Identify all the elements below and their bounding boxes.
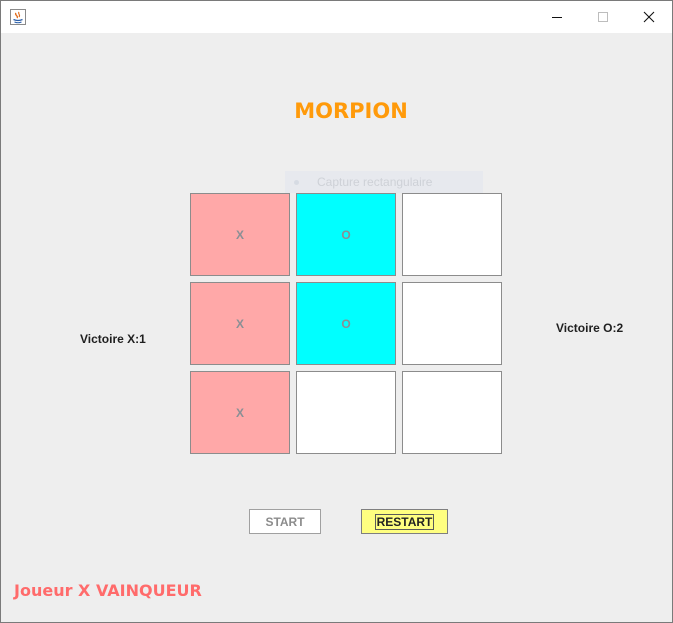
capture-tooltip-overlay: Capture rectangulaire xyxy=(285,171,483,193)
restart-button[interactable]: RESTART xyxy=(361,509,448,534)
radio-dot-icon xyxy=(294,180,299,185)
board-cell-r1-c3[interactable] xyxy=(402,193,502,276)
score-o-label: Victoire O:2 xyxy=(556,321,624,335)
close-icon xyxy=(643,11,655,23)
java-icon xyxy=(10,9,26,25)
capture-tooltip-label: Capture rectangulaire xyxy=(317,175,433,189)
title-bar[interactable] xyxy=(1,1,672,33)
board-cell-r1-c2[interactable]: O xyxy=(296,193,396,276)
close-button[interactable] xyxy=(626,1,672,33)
restart-button-label: RESTART xyxy=(374,513,435,530)
game-window: MORPION Capture rectangulaire X O X O X … xyxy=(0,0,673,623)
board-cell-r3-c1[interactable]: X xyxy=(190,371,290,454)
maximize-icon xyxy=(598,12,608,22)
score-x-label: Victoire X:1 xyxy=(80,332,146,346)
game-status-message: Joueur X VAINQUEUR xyxy=(14,581,202,600)
minimize-button[interactable] xyxy=(534,1,580,33)
game-title: MORPION xyxy=(294,99,408,123)
minimize-icon xyxy=(552,17,562,18)
start-button[interactable]: START xyxy=(249,509,321,534)
game-panel: MORPION Capture rectangulaire X O X O X … xyxy=(1,33,672,622)
board-cell-r2-c1[interactable]: X xyxy=(190,282,290,365)
board-cell-r3-c3[interactable] xyxy=(402,371,502,454)
maximize-button[interactable] xyxy=(580,1,626,33)
board-cell-r2-c2[interactable]: O xyxy=(296,282,396,365)
board-cell-r1-c1[interactable]: X xyxy=(190,193,290,276)
board-cell-r2-c3[interactable] xyxy=(402,282,502,365)
board-cell-r3-c2[interactable] xyxy=(296,371,396,454)
